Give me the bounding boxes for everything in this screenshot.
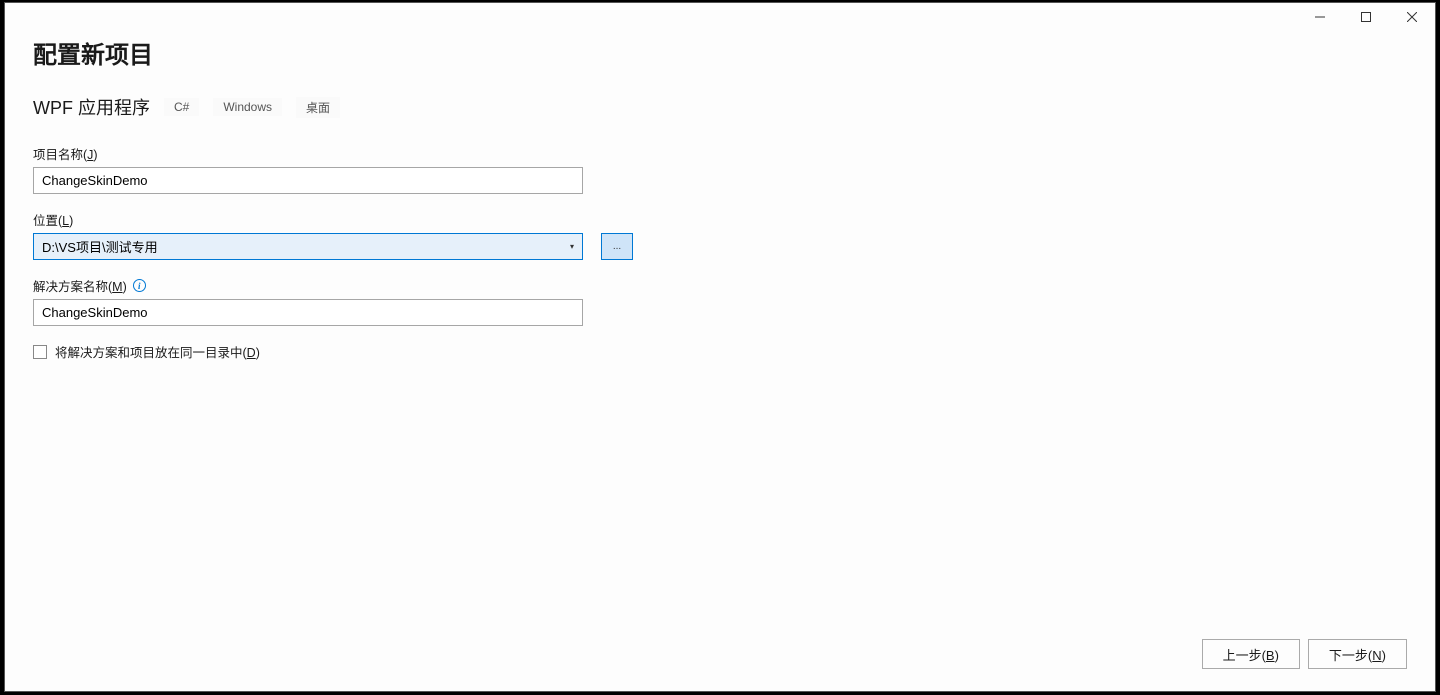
chevron-down-icon: ▾ <box>570 242 574 251</box>
template-tag: 桌面 <box>296 97 340 118</box>
browse-button[interactable]: ... <box>601 233 633 260</box>
info-icon[interactable]: i <box>133 279 146 292</box>
location-group: 位置(L) D:\VS项目\测试专用 ▾ ... <box>33 210 1407 260</box>
close-button[interactable] <box>1389 3 1435 31</box>
template-name: WPF 应用程序 <box>33 94 150 120</box>
footer-buttons: 上一步(B) 下一步(N) <box>1202 639 1407 669</box>
dialog-window: 配置新项目 WPF 应用程序 C# Windows 桌面 项目名称(J) 位置(… <box>4 2 1436 692</box>
maximize-icon <box>1361 12 1371 22</box>
titlebar <box>5 3 1435 31</box>
location-row: D:\VS项目\测试专用 ▾ ... <box>33 233 1407 260</box>
solution-name-label: 解决方案名称(M) i <box>33 276 1407 295</box>
content-area: 配置新项目 WPF 应用程序 C# Windows 桌面 项目名称(J) 位置(… <box>5 31 1435 691</box>
close-icon <box>1407 12 1417 22</box>
location-value: D:\VS项目\测试专用 <box>42 237 158 256</box>
solution-name-group: 解决方案名称(M) i <box>33 276 1407 326</box>
window-controls <box>1297 3 1435 31</box>
same-directory-label: 将解决方案和项目放在同一目录中(D) <box>55 342 260 361</box>
back-button[interactable]: 上一步(B) <box>1202 639 1300 669</box>
solution-name-input[interactable] <box>33 299 583 326</box>
same-directory-checkbox[interactable] <box>33 345 47 359</box>
project-name-group: 项目名称(J) <box>33 144 1407 194</box>
location-label: 位置(L) <box>33 210 1407 229</box>
template-tag: C# <box>164 98 199 116</box>
same-directory-row: 将解决方案和项目放在同一目录中(D) <box>33 342 1407 361</box>
page-title: 配置新项目 <box>33 35 1407 70</box>
maximize-button[interactable] <box>1343 3 1389 31</box>
minimize-button[interactable] <box>1297 3 1343 31</box>
template-tag: Windows <box>213 98 282 116</box>
minimize-icon <box>1315 12 1325 22</box>
location-dropdown[interactable]: D:\VS项目\测试专用 ▾ <box>33 233 583 260</box>
project-name-input[interactable] <box>33 167 583 194</box>
template-row: WPF 应用程序 C# Windows 桌面 <box>33 94 1407 120</box>
project-name-label: 项目名称(J) <box>33 144 1407 163</box>
next-button[interactable]: 下一步(N) <box>1308 639 1407 669</box>
